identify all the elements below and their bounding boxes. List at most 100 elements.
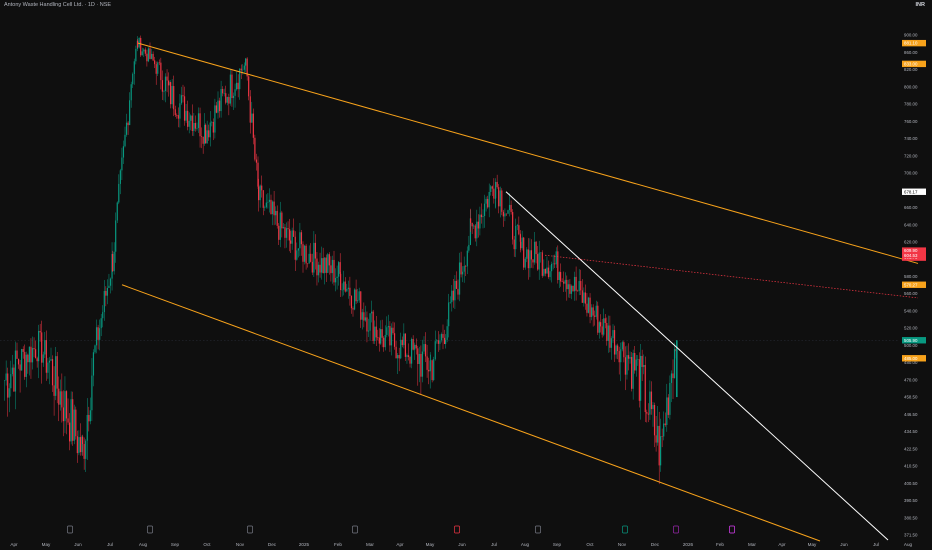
- candle-body: [258, 186, 260, 201]
- event-marker-icon[interactable]: [454, 525, 460, 534]
- candle-body: [124, 134, 126, 147]
- candle-body: [164, 76, 167, 92]
- event-marker-icon[interactable]: [729, 525, 735, 534]
- candle-body: [398, 355, 400, 359]
- candle-body: [75, 409, 77, 437]
- event-marker-icon[interactable]: [622, 525, 628, 534]
- candle-body: [310, 253, 312, 262]
- candle-body: [507, 210, 509, 214]
- candle-body: [190, 115, 192, 121]
- candle-body: [135, 49, 137, 62]
- candle-body: [638, 359, 640, 401]
- y-tick-label: 760.00: [904, 119, 918, 124]
- x-tick-label: Feb: [716, 542, 724, 547]
- candle-body: [378, 337, 380, 344]
- candle-body: [211, 121, 213, 123]
- candle-body: [299, 232, 301, 249]
- candle-body: [324, 257, 326, 274]
- y-tick-label: 540.00: [904, 308, 918, 313]
- candle-body: [401, 339, 403, 346]
- candle-body: [341, 289, 343, 291]
- last-candle: [676, 340, 678, 398]
- candle-body: [261, 185, 263, 191]
- event-marker-icon[interactable]: [147, 525, 153, 534]
- candle-body: [94, 345, 96, 353]
- candle-body: [508, 204, 511, 211]
- event-marker-icon[interactable]: [535, 525, 541, 534]
- candle-body: [670, 373, 673, 383]
- resistance-dotted-line[interactable]: [544, 254, 919, 299]
- candle-body: [603, 318, 605, 335]
- candle-body: [624, 357, 626, 375]
- event-marker-icon[interactable]: [247, 525, 253, 534]
- candle-body: [629, 357, 631, 359]
- candle-body: [157, 62, 159, 74]
- candle-body: [226, 97, 228, 103]
- candle-body: [317, 264, 320, 276]
- candle-body: [28, 346, 30, 363]
- price-chart[interactable]: Apr May Jun Jul Aug Sep Oct Nov Dec 2025 Feb Mar Apr…: [0, 0, 932, 550]
- candle-body: [305, 245, 307, 264]
- candle-body: [360, 291, 362, 320]
- candle-body: [319, 264, 321, 273]
- y-tick-label: 560.00: [904, 291, 918, 296]
- candle-body: [512, 212, 514, 240]
- candle-body: [361, 312, 363, 320]
- candle-body: [433, 359, 435, 381]
- y-tick-label: 700.00: [904, 171, 918, 176]
- candle-body: [383, 337, 385, 348]
- candle-body: [150, 53, 153, 59]
- event-marker-icon[interactable]: [67, 525, 73, 534]
- candle-body: [584, 292, 586, 304]
- candle-body: [180, 95, 183, 104]
- candle-body: [171, 86, 173, 105]
- candle-body: [179, 103, 181, 119]
- x-tick-label: May: [42, 542, 51, 547]
- candle-body: [564, 279, 566, 284]
- candle-body: [641, 355, 643, 367]
- candle-body: [558, 272, 560, 281]
- candle-body: [218, 100, 221, 112]
- candle-body: [24, 351, 26, 377]
- candle-body: [393, 333, 396, 347]
- lower-channel-line[interactable]: [121, 284, 821, 542]
- descending-trendline[interactable]: [505, 191, 889, 541]
- candle-body: [13, 367, 15, 392]
- candle-body: [346, 288, 348, 292]
- y-tick-label: 458.50: [904, 395, 918, 400]
- candle-body: [160, 62, 162, 81]
- candle-body: [377, 337, 379, 339]
- candle-body: [83, 444, 85, 459]
- candle-body: [115, 220, 117, 252]
- candle-body: [657, 425, 659, 443]
- candle-body: [64, 391, 66, 422]
- candle-body: [349, 287, 351, 296]
- event-markers[interactable]: [67, 525, 735, 534]
- candle-body: [67, 418, 69, 423]
- event-marker-icon[interactable]: [673, 525, 679, 534]
- candle-body: [220, 89, 222, 112]
- candle-body: [597, 305, 599, 333]
- candle-body: [412, 338, 414, 350]
- event-marker-icon[interactable]: [352, 525, 358, 534]
- candle-body: [650, 391, 653, 410]
- candle-body: [132, 73, 134, 85]
- candle-body: [430, 360, 432, 361]
- candle-body: [56, 356, 58, 389]
- candle-body: [535, 241, 537, 255]
- candle-body: [452, 290, 454, 301]
- candle-body: [27, 354, 29, 363]
- candle-body: [321, 258, 323, 273]
- candle-body: [366, 317, 368, 332]
- y-tick-label: 820.00: [904, 67, 918, 72]
- candle-body: [637, 359, 639, 360]
- candle-body: [546, 267, 548, 274]
- candle-body: [672, 373, 674, 379]
- x-tick-label: Jul: [873, 542, 879, 547]
- candle-body: [465, 265, 467, 267]
- candle-body: [313, 242, 315, 273]
- candle-body: [644, 364, 646, 413]
- y-tick-label: 410.50: [904, 464, 918, 469]
- candle-body: [245, 58, 247, 66]
- candle-body: [45, 340, 47, 373]
